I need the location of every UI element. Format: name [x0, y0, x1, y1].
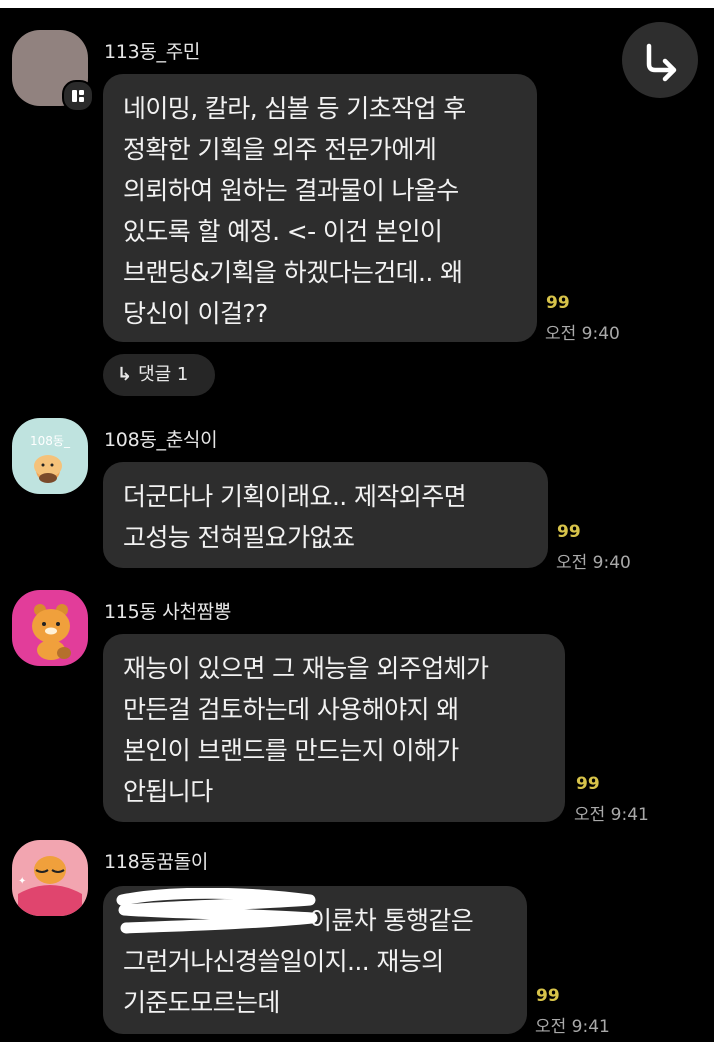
- message-line: 네이밍, 칼라, 심볼 등 기초작업 후: [123, 94, 466, 123]
- sender-name: 113동_주민: [104, 41, 201, 63]
- timestamp: 오전 9:40: [556, 553, 631, 573]
- message-line: 더군다나 기획이래요.. 제작외주면: [123, 482, 467, 511]
- message-line: 있도록 할 예정. <- 이건 본인이: [123, 217, 443, 246]
- quote-count[interactable]: 99: [576, 774, 600, 794]
- book-badge-icon: [62, 80, 94, 112]
- forward-arrow-icon: [646, 43, 677, 82]
- message-line: 기준도모르는데: [123, 988, 280, 1017]
- message-bubble[interactable]: 네이밍, 칼라, 심볼 등 기초작업 후 정확한 기획을 외주 전문가에게 의뢰…: [103, 74, 537, 342]
- avatar-108[interactable]: 108동_: [12, 418, 88, 494]
- redaction-scribble: [116, 888, 318, 934]
- sender-name: 118동꿈돌이: [104, 851, 209, 873]
- message-line: 만든걸 검토하는데 사용해야지 왜: [123, 695, 459, 724]
- message-line: 당신이 이걸??: [123, 299, 268, 328]
- message-line: 안됩니다: [123, 777, 213, 806]
- character-icon: ✦: [18, 856, 82, 916]
- message-line: 고성능 전혀필요가없죠: [123, 523, 355, 552]
- reply-arrow-icon: ↳: [117, 364, 133, 385]
- reply-count-label: 댓글 1: [138, 364, 189, 385]
- message-bubble[interactable]: 더군다나 기획이래요.. 제작외주면 고성능 전혀필요가없죠: [103, 462, 548, 568]
- avatar-118[interactable]: ✦: [12, 840, 88, 916]
- message-line: 그런거나신경쓸일이지... 재능의: [123, 947, 444, 976]
- character-icon: [34, 455, 62, 483]
- quote-count[interactable]: 99: [536, 986, 560, 1006]
- message-line: 재능이 있으면 그 재능을 외주업체가: [123, 654, 489, 683]
- reply-thread-button[interactable]: ↳ 댓글 1: [103, 354, 215, 396]
- timestamp: 오전 9:40: [545, 324, 620, 344]
- avatar-115[interactable]: [12, 590, 88, 666]
- message-line: 정확한 기획을 외주 전문가에게: [123, 135, 437, 164]
- message-line: 의뢰하여 원하는 결과물이 나올수: [123, 176, 459, 205]
- svg-text:✦: ✦: [18, 876, 26, 887]
- message-line: 본인이 브랜드를 만드는지 이해가: [123, 736, 459, 765]
- avatar-label: 108동_: [30, 434, 70, 448]
- timestamp: 오전 9:41: [535, 1017, 610, 1037]
- timestamp: 오전 9:41: [574, 805, 649, 825]
- character-icon: [32, 604, 71, 660]
- quote-count[interactable]: 99: [557, 522, 581, 542]
- message-bubble[interactable]: 재능이 있으면 그 재능을 외주업체가 만든걸 검토하는데 사용해야지 왜 본인…: [103, 634, 565, 822]
- sender-name: 108동_춘식이: [104, 429, 218, 451]
- forward-button[interactable]: [622, 22, 698, 98]
- top-edge: [0, 0, 714, 8]
- message-line: 브랜딩&기획을 하겠다는건데.. 왜: [123, 258, 463, 287]
- sender-name: 115동 사천짬뽕: [104, 601, 232, 623]
- quote-count[interactable]: 99: [546, 293, 570, 313]
